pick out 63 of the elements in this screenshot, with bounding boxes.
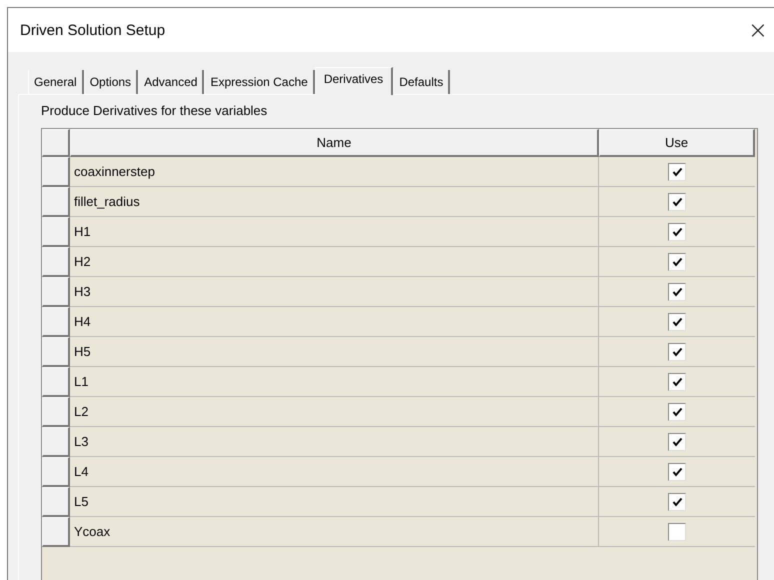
tab[interactable]: Options (84, 70, 138, 94)
tab[interactable]: Expression Cache (204, 70, 315, 94)
check-icon (672, 166, 682, 176)
row-header[interactable] (42, 217, 70, 247)
checkbox[interactable] (668, 522, 686, 540)
checkbox[interactable] (668, 162, 686, 180)
checkbox[interactable] (668, 462, 686, 480)
check-icon (672, 496, 682, 506)
close-button[interactable]: × (742, 16, 774, 44)
checkbox[interactable] (668, 432, 686, 450)
check-icon (672, 286, 682, 296)
checkbox[interactable] (668, 492, 686, 510)
row-header[interactable] (42, 457, 70, 487)
row-header[interactable] (42, 157, 70, 187)
checkbox[interactable] (668, 372, 686, 390)
row-header[interactable] (42, 247, 70, 277)
table-cell: H2 (70, 247, 599, 277)
checkbox[interactable] (668, 282, 686, 300)
column-header[interactable]: Name (70, 129, 599, 157)
checkbox[interactable] (668, 252, 686, 270)
check-icon (672, 346, 682, 356)
row-header[interactable] (42, 427, 70, 457)
check-icon (672, 406, 682, 416)
column-header[interactable]: Use (599, 129, 755, 157)
checkbox[interactable] (668, 222, 686, 240)
checkbox[interactable] (668, 402, 686, 420)
row-header[interactable] (42, 277, 70, 307)
caption-label: Produce Derivatives for these variables (41, 103, 268, 118)
table-cell: H3 (70, 277, 599, 307)
row-header[interactable] (42, 307, 70, 337)
table-cell: L3 (70, 427, 599, 457)
tab[interactable]: Advanced (138, 70, 204, 94)
check-icon (672, 226, 682, 236)
checkbox[interactable] (668, 342, 686, 360)
row-header[interactable] (42, 517, 70, 547)
check-icon (672, 196, 682, 206)
check-icon (672, 376, 682, 386)
table-cell: L5 (70, 487, 599, 517)
table-cell: Ycoax (70, 517, 599, 547)
row-header[interactable] (42, 337, 70, 367)
check-icon (672, 466, 682, 476)
row-header[interactable] (42, 397, 70, 427)
row-header[interactable] (42, 187, 70, 217)
table-cell: L1 (70, 367, 599, 397)
row-header[interactable] (42, 487, 70, 517)
checkbox[interactable] (668, 312, 686, 330)
corner-header (42, 129, 70, 157)
checkbox[interactable] (668, 192, 686, 210)
tab[interactable]: Defaults (393, 70, 450, 94)
check-icon (672, 436, 682, 446)
table-cell: H1 (70, 217, 599, 247)
table-cell: H5 (70, 337, 599, 367)
window-title: Driven Solution Setup (20, 22, 166, 38)
table-cell: L4 (70, 457, 599, 487)
table-cell: H4 (70, 307, 599, 337)
row-header[interactable] (42, 367, 70, 397)
table-cell: fillet_radius (70, 187, 599, 217)
check-icon (672, 256, 682, 266)
check-icon (672, 316, 682, 326)
tab[interactable]: General (28, 70, 84, 94)
table-cell: coaxinnerstep (70, 157, 599, 187)
tab[interactable]: Derivatives (314, 67, 394, 95)
table-cell: L2 (70, 397, 599, 427)
